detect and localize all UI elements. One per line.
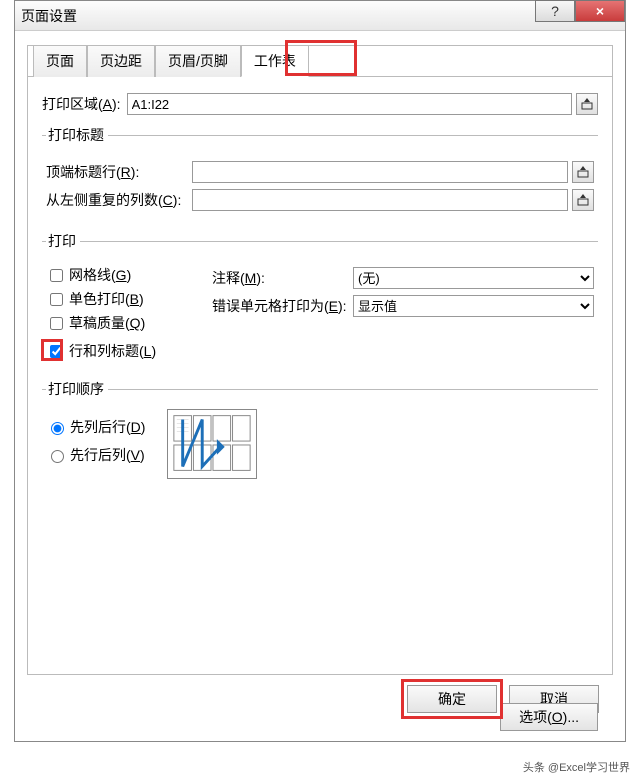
gridlines-label: 网格线(G)	[69, 265, 131, 285]
rowcol-headings-label: 行和列标题(L)	[69, 341, 156, 361]
help-button[interactable]: ?	[535, 0, 575, 22]
tabs-row: 页面 页边距 页眉/页脚 工作表	[33, 45, 309, 77]
collapse-dialog-icon	[581, 98, 593, 110]
rowcol-headings-row: 行和列标题(L)	[46, 341, 162, 361]
left-cols-input[interactable]	[192, 189, 568, 211]
print-grid: 网格线(G) 单色打印(B)	[46, 261, 594, 365]
left-cols-range-button[interactable]	[572, 189, 594, 211]
comments-label: 注释(M):	[212, 268, 347, 288]
errors-row: 错误单元格打印为(E): 显示值	[212, 295, 594, 317]
titlebar-buttons: ? ×	[535, 0, 625, 22]
options-button[interactable]: 选项(O)...	[500, 703, 598, 731]
order-fieldset: 打印顺序 先列后行(D)	[42, 379, 598, 483]
print-titles-fieldset: 打印标题 顶端标题行(R): 从左侧重复的列数(C):	[42, 125, 598, 221]
over-down-label: 先行后列(V)	[70, 445, 145, 465]
close-button[interactable]: ×	[575, 0, 625, 22]
dialog-window: 页面设置 ? × 页面 页边距 页眉/页脚 工作表 打印区域(A):	[14, 0, 626, 742]
tabs-container: 页面 页边距 页眉/页脚 工作表 打印区域(A): 打印标题	[27, 45, 613, 675]
down-over-label: 先列后行(D)	[70, 417, 145, 437]
print-titles-legend: 打印标题	[46, 125, 108, 145]
down-over-radio[interactable]	[51, 422, 64, 435]
print-selects: 注释(M): (无) 错误单元格打印为(E):	[212, 261, 594, 365]
tab-sheet[interactable]: 工作表	[241, 45, 309, 77]
down-over-row: 先列后行(D)	[46, 417, 151, 437]
titlebar: 页面设置 ? ×	[15, 1, 625, 31]
watermark: 头条 @Excel学习世界	[523, 759, 630, 775]
left-cols-row: 从左侧重复的列数(C):	[46, 189, 594, 211]
page-order-icon	[167, 409, 257, 479]
order-legend: 打印顺序	[46, 379, 108, 399]
over-down-radio[interactable]	[51, 450, 64, 463]
print-area-label: 打印区域(A):	[42, 94, 121, 114]
left-cols-label: 从左侧重复的列数(C):	[46, 190, 186, 210]
order-body: 先列后行(D) 先行后列(V)	[46, 409, 594, 479]
dialog-content: 页面 页边距 页眉/页脚 工作表 打印区域(A): 打印标题	[15, 31, 625, 741]
close-icon: ×	[596, 3, 604, 19]
print-checkboxes: 网格线(G) 单色打印(B)	[46, 261, 196, 365]
draft-row: 草稿质量(Q)	[46, 313, 196, 333]
tab-headerfooter[interactable]: 页眉/页脚	[155, 45, 241, 77]
over-down-row: 先行后列(V)	[46, 445, 151, 465]
tab-margins[interactable]: 页边距	[87, 45, 155, 77]
top-rows-row: 顶端标题行(R):	[46, 161, 594, 183]
print-fieldset: 打印 网格线(G)	[42, 231, 598, 369]
gridlines-row: 网格线(G)	[46, 265, 196, 285]
draft-checkbox[interactable]	[50, 317, 63, 330]
errors-label: 错误单元格打印为(E):	[212, 296, 347, 316]
print-area-row: 打印区域(A):	[42, 93, 598, 115]
ok-button[interactable]: 确定	[407, 685, 497, 713]
collapse-dialog-icon	[577, 166, 589, 178]
gridlines-checkbox[interactable]	[50, 269, 63, 282]
top-rows-range-button[interactable]	[572, 161, 594, 183]
rowcol-headings-checkbox[interactable]	[50, 345, 63, 358]
draft-label: 草稿质量(Q)	[69, 313, 145, 333]
top-rows-label: 顶端标题行(R):	[46, 162, 186, 182]
bw-label: 单色打印(B)	[69, 289, 144, 309]
tab-body: 打印区域(A): 打印标题 顶端标题行(R):	[28, 76, 612, 674]
print-legend: 打印	[46, 231, 80, 251]
window-title: 页面设置	[21, 6, 77, 26]
collapse-dialog-icon	[577, 194, 589, 206]
print-area-input[interactable]	[127, 93, 572, 115]
bw-checkbox[interactable]	[50, 293, 63, 306]
order-radios: 先列后行(D) 先行后列(V)	[46, 409, 151, 473]
print-area-range-button[interactable]	[576, 93, 598, 115]
comments-select[interactable]: (无)	[353, 267, 594, 289]
options-row: 选项(O)...	[42, 703, 598, 731]
help-icon: ?	[551, 3, 559, 19]
errors-select[interactable]: 显示值	[353, 295, 594, 317]
comments-row: 注释(M): (无)	[212, 267, 594, 289]
top-rows-input[interactable]	[192, 161, 568, 183]
bw-row: 单色打印(B)	[46, 289, 196, 309]
tab-page[interactable]: 页面	[33, 45, 87, 77]
